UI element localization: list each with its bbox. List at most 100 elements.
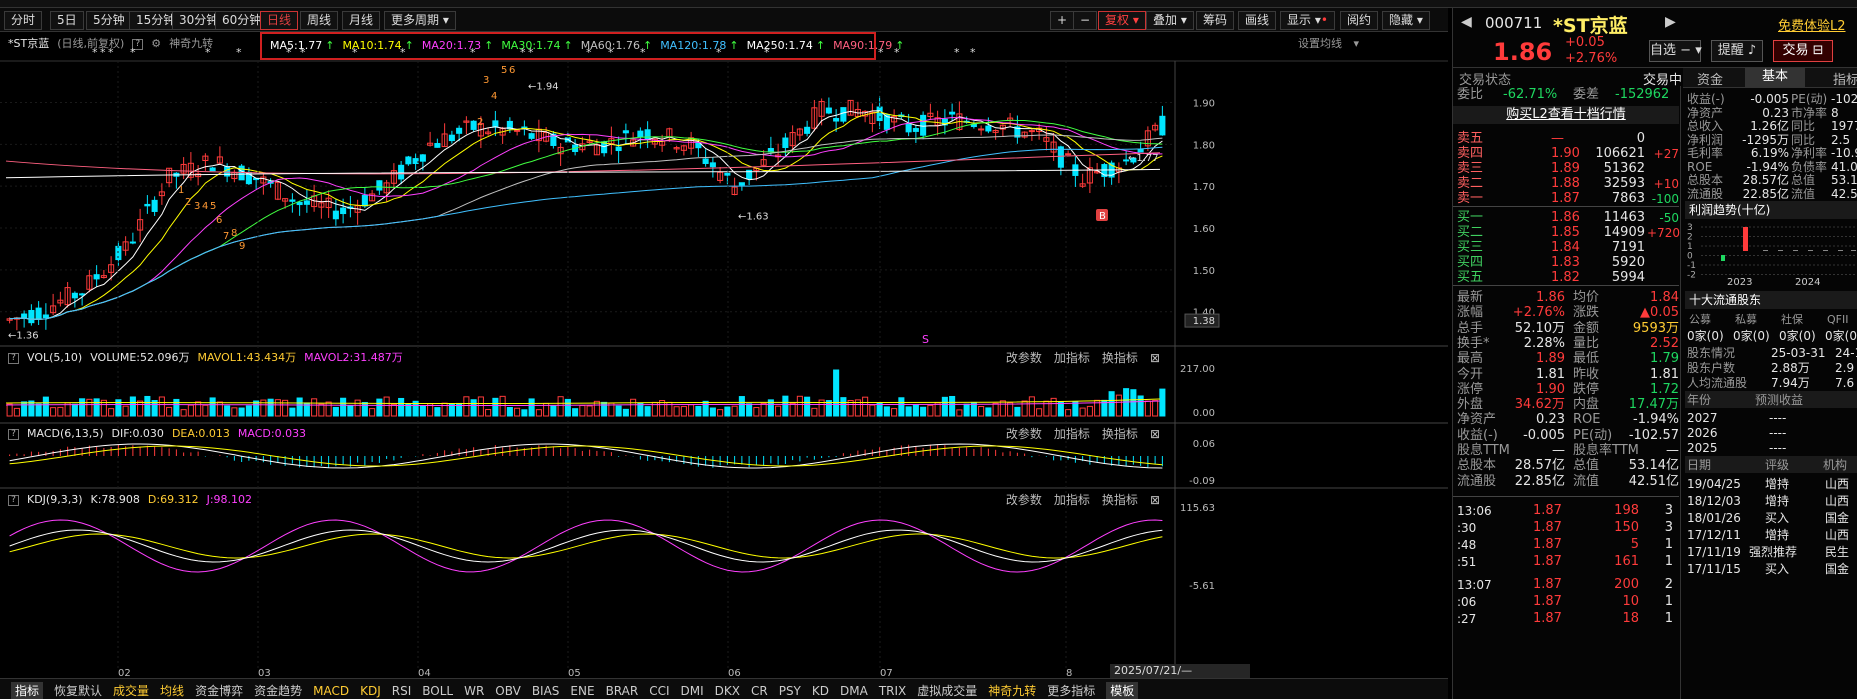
vol-name: VOL(5,10)	[27, 351, 83, 364]
close-icon[interactable]: ⊠	[1150, 493, 1160, 507]
rating-org: 民生	[1825, 545, 1850, 559]
add-indicator-button[interactable]: 加指标	[1054, 427, 1090, 441]
display-button[interactable]: 显示 ▾•	[1280, 11, 1335, 30]
bottom-tab-24[interactable]: 神奇九转	[988, 682, 1036, 699]
edit-params-button[interactable]: 改参数	[1006, 351, 1042, 365]
help-icon[interactable]: ?	[8, 494, 19, 506]
bottom-tab-0[interactable]: 指标	[11, 682, 44, 699]
volume-bar	[941, 396, 948, 417]
tab-fund[interactable]: 资金	[1697, 69, 1723, 88]
watchlist-button[interactable]: 自选 − ▾	[1649, 40, 1702, 62]
bottom-tab-11[interactable]: OBV	[495, 684, 521, 698]
add-indicator-button[interactable]: 加指标	[1054, 351, 1090, 365]
profit-trend-title: 利润趋势(十亿)	[1685, 201, 1857, 219]
bottom-tab-26[interactable]: 模板	[1106, 682, 1139, 699]
reading-button[interactable]: 阅约	[1340, 11, 1379, 30]
rating-col: 评级	[1765, 458, 1790, 472]
next-stock-icon[interactable]: ▶	[1665, 14, 1676, 30]
alert-button[interactable]: 提醒 ♪	[1711, 40, 1763, 62]
prev-stock-icon[interactable]: ◀	[1461, 14, 1472, 30]
close-icon[interactable]: ⊠	[1150, 351, 1160, 365]
hide-button[interactable]: 隐藏 ▾	[1382, 11, 1430, 30]
help-icon[interactable]: ?	[8, 352, 19, 364]
bottom-tab-19[interactable]: PSY	[779, 684, 801, 698]
x-axis-label: 06	[728, 668, 741, 678]
draw-button[interactable]: 画线	[1238, 11, 1277, 30]
zoom-in-button[interactable]: +	[1050, 11, 1075, 30]
price-axis-label: 1.80	[1193, 140, 1215, 151]
tick-count: 1	[1664, 553, 1673, 569]
volume-bar	[644, 406, 651, 417]
bottom-tab-5[interactable]: 资金趋势	[254, 682, 302, 699]
bottom-tab-13[interactable]: ENE	[570, 684, 594, 698]
trial-link[interactable]: 免费体验L2	[1778, 15, 1846, 34]
volume-bar	[463, 396, 470, 417]
bottom-tab-1[interactable]: 恢复默认	[54, 682, 102, 699]
volume-bar	[166, 406, 173, 417]
volume-bar	[804, 396, 811, 417]
l2-purchase-link[interactable]: 购买L2查看十档行情	[1453, 106, 1679, 124]
bottom-tab-23[interactable]: 虚拟成交量	[917, 682, 977, 699]
period-tab-fenshi[interactable]: 分时	[4, 11, 43, 30]
period-tab-more[interactable]: 更多周期 ▾	[384, 11, 456, 30]
bottom-tab-9[interactable]: BOLL	[422, 684, 453, 698]
bottom-tab-22[interactable]: TRIX	[879, 684, 906, 698]
switch-indicator-button[interactable]: 换指标	[1102, 427, 1138, 441]
period-tab-monthly[interactable]: 月线	[342, 11, 381, 30]
volume-bar	[245, 405, 252, 417]
help-icon[interactable]: ?	[8, 428, 19, 440]
volume-bar	[434, 407, 441, 417]
bottom-tab-4[interactable]: 资金博弈	[195, 682, 243, 699]
bottom-tab-17[interactable]: DKX	[715, 684, 740, 698]
candle-body	[151, 199, 158, 212]
bottom-tab-18[interactable]: CR	[751, 684, 768, 698]
bottom-tab-6[interactable]: MACD	[313, 684, 349, 698]
bottom-tab-12[interactable]: BIAS	[532, 684, 560, 698]
period-tab-5min[interactable]: 5分钟	[86, 11, 132, 30]
overlay-button[interactable]: 叠加 ▾	[1146, 11, 1194, 30]
low-price-label: ←1.36	[8, 330, 39, 341]
candle-body	[398, 164, 405, 180]
bottom-tab-15[interactable]: CCI	[649, 684, 669, 698]
volume-bar	[86, 398, 93, 417]
chips-button[interactable]: 筹码	[1196, 11, 1235, 30]
candle-body	[456, 127, 463, 134]
bottom-tab-2[interactable]: 成交量	[113, 682, 149, 699]
adjust-button[interactable]: 复权 ▾	[1098, 11, 1146, 30]
edit-params-button[interactable]: 改参数	[1006, 427, 1042, 441]
bottom-tab-3[interactable]: 均线	[160, 682, 184, 699]
rating-org: 国金	[1825, 562, 1850, 576]
holder-info-value2: 7.6	[1835, 376, 1855, 390]
bottom-tab-20[interactable]: KD	[812, 684, 829, 698]
close-icon[interactable]: ⊠	[1150, 427, 1160, 441]
bottom-tab-7[interactable]: KDJ	[360, 684, 381, 698]
kline-chart-panel[interactable]: *ST京蓝 (日线,前复权)? ⚙ 神奇九转 MA5:1.77 ↑ MA10:1.74 ↑ M…	[0, 32, 1448, 678]
trade-icon: ⊟	[1812, 43, 1824, 58]
switch-indicator-button[interactable]: 换指标	[1102, 351, 1138, 365]
bottom-tab-25[interactable]: 更多指标	[1047, 682, 1095, 699]
candle-body	[289, 199, 296, 202]
edit-params-button[interactable]: 改参数	[1006, 493, 1042, 507]
volume-bar	[615, 405, 622, 417]
bottom-tab-21[interactable]: DMA	[840, 684, 868, 698]
period-tab-5day[interactable]: 5日	[50, 11, 84, 30]
volume-bar	[340, 397, 347, 417]
nine-turn-high: 3	[483, 75, 489, 86]
candle-body	[724, 172, 731, 176]
bottom-tab-10[interactable]: WR	[464, 684, 484, 698]
zoom-out-button[interactable]: −	[1073, 11, 1098, 30]
rating-date: 17/11/15	[1687, 562, 1741, 576]
switch-indicator-button[interactable]: 换指标	[1102, 493, 1138, 507]
period-tab-daily[interactable]: 日线	[260, 11, 299, 30]
bottom-tab-8[interactable]: RSI	[392, 684, 412, 698]
trade-button[interactable]: 交易 ⊟	[1773, 40, 1833, 62]
tab-basic[interactable]: 基本	[1745, 67, 1805, 87]
add-indicator-button[interactable]: 加指标	[1054, 493, 1090, 507]
period-tab-weekly[interactable]: 周线	[300, 11, 339, 30]
quote-side-panel: ◀ 000711 *ST京蓝 ▶ 免费体验L2 1.86 +0.05 +2.76…	[1452, 8, 1857, 699]
weibi-value: -62.71%	[1503, 87, 1558, 102]
candle-body	[615, 146, 622, 152]
tab-indicator[interactable]: 指标	[1833, 69, 1857, 88]
bottom-tab-16[interactable]: DMI	[681, 684, 704, 698]
bottom-tab-14[interactable]: BRAR	[606, 684, 639, 698]
